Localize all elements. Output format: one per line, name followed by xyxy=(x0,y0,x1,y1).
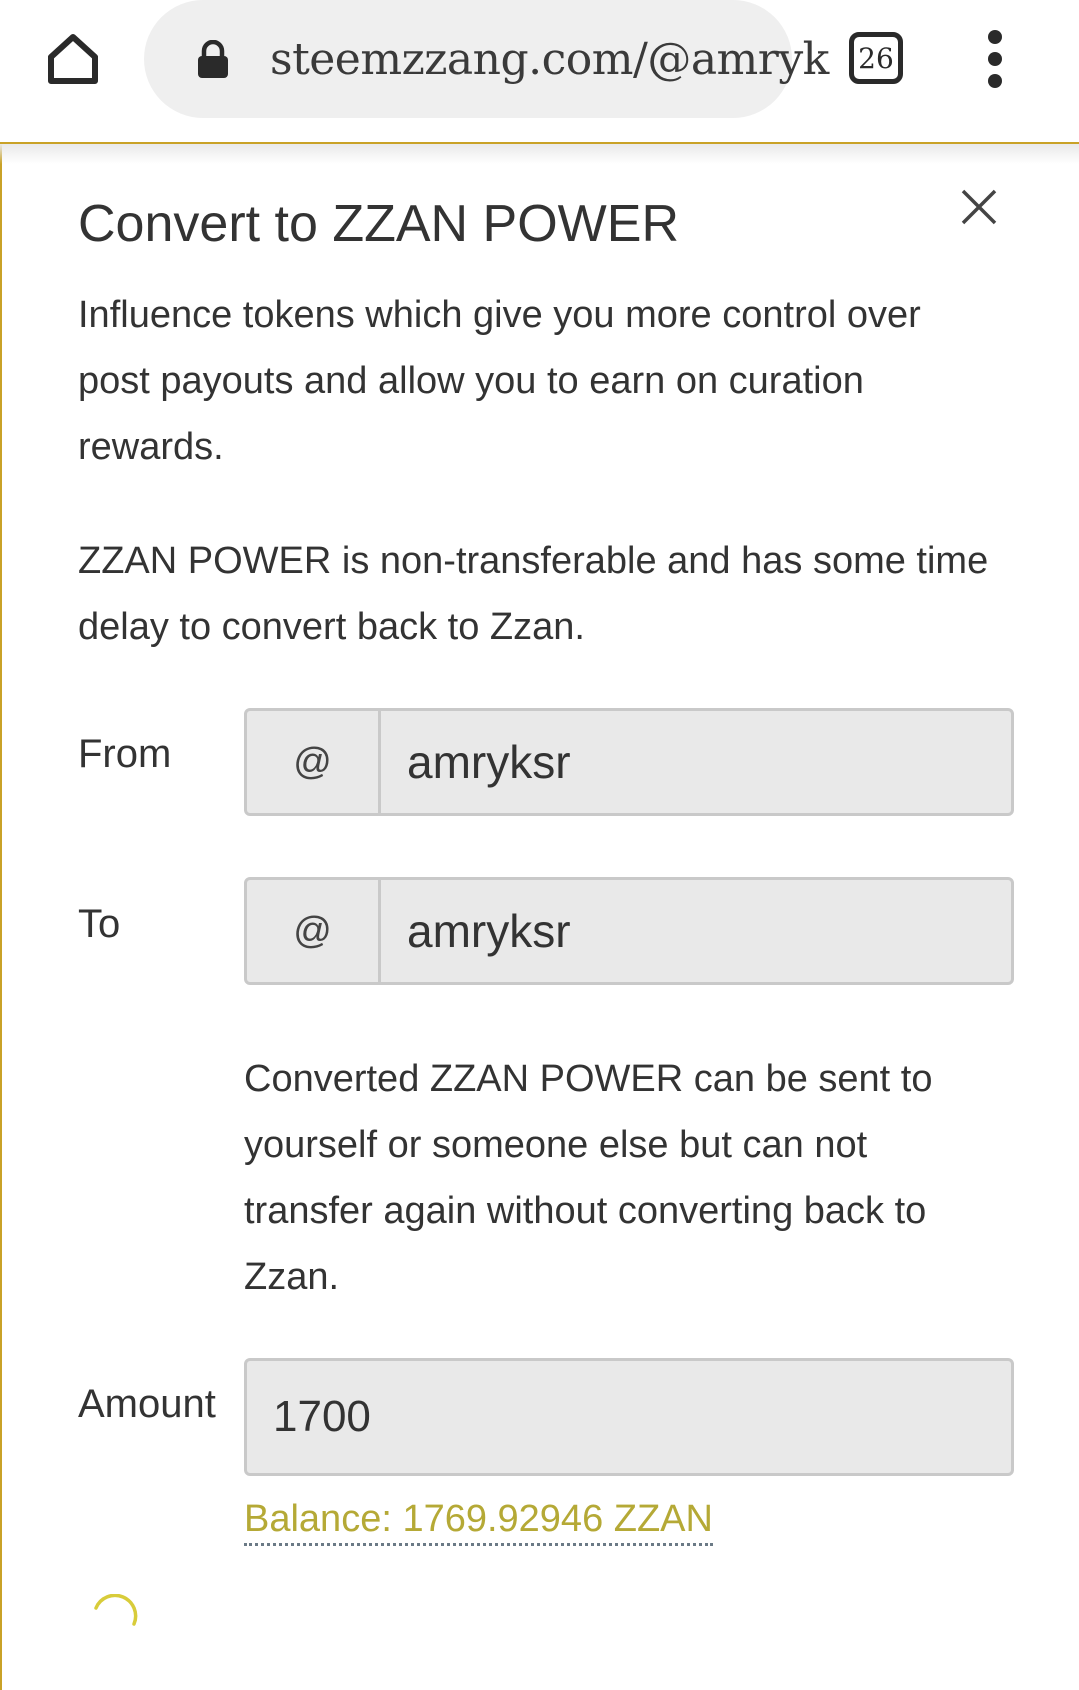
conversion-help-text: Converted ZZAN POWER can be sent to your… xyxy=(244,1058,933,1298)
tab-count: 26 xyxy=(858,41,894,75)
close-icon xyxy=(961,189,997,225)
home-button[interactable] xyxy=(40,26,106,92)
to-at-prefix: @ xyxy=(247,880,381,982)
close-button[interactable] xyxy=(960,188,998,226)
more-menu-button[interactable] xyxy=(975,30,1017,88)
to-field[interactable]: @ amryksr xyxy=(244,877,1014,985)
amount-input[interactable]: 1700 xyxy=(244,1358,1014,1476)
to-label: To xyxy=(78,902,121,946)
from-at-prefix: @ xyxy=(247,711,381,813)
description-non-transferable: ZZAN POWER is non-transferable and has s… xyxy=(78,540,989,648)
home-icon xyxy=(48,34,98,84)
modal-top-shadow xyxy=(0,144,1079,164)
description-influence: Influence tokens which give you more con… xyxy=(78,294,921,468)
tabs-counter-button[interactable]: 26 xyxy=(849,32,903,84)
from-field[interactable]: @ amryksr xyxy=(244,708,1014,816)
browser-toolbar: steemzzang.com/@amryk 26 xyxy=(0,0,1079,142)
address-bar[interactable]: steemzzang.com/@amryk xyxy=(144,0,829,118)
from-label: From xyxy=(78,732,172,776)
lock-icon xyxy=(198,40,228,78)
balance-link[interactable]: Balance: 1769.92946 ZZAN xyxy=(244,1498,713,1546)
amount-label: Amount xyxy=(78,1382,216,1426)
from-input[interactable]: amryksr xyxy=(381,711,1011,813)
url-text: steemzzang.com/@amryk xyxy=(270,34,829,85)
modal-title: Convert to ZZAN POWER xyxy=(78,195,679,253)
loading-spinner-icon xyxy=(94,1594,138,1626)
to-input[interactable]: amryksr xyxy=(381,880,1011,982)
